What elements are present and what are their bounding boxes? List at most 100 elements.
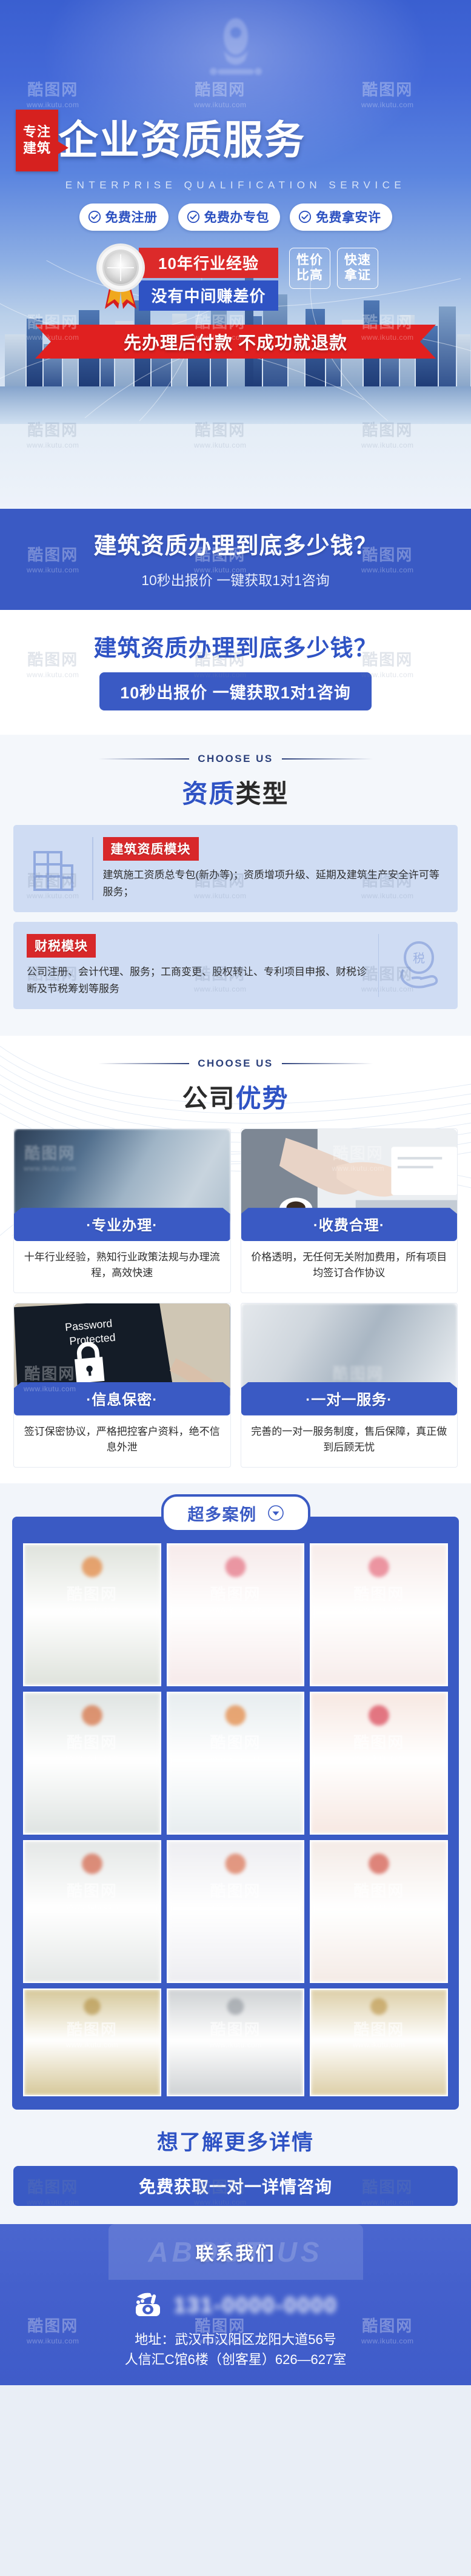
- guarantee-ribbon: 先办理后付款 不成功就退款: [35, 325, 436, 359]
- divider-line-left: [98, 1063, 190, 1064]
- pill-free-package[interactable]: 免费办专包: [178, 204, 280, 231]
- pill-label: 免费拿安许: [316, 211, 381, 225]
- case-item[interactable]: 酷图网 www.ikutu.com: [23, 1691, 161, 1835]
- case-item[interactable]: 酷图网 www.ikutu.com: [166, 1543, 305, 1686]
- type-card-body: 建筑资质模块 建筑施工资质总专包(新办等)；资质增项升级、延期及建筑生产安全许可…: [102, 837, 447, 900]
- phone-number: 131-0000-0000: [173, 2292, 338, 2317]
- case-item[interactable]: 酷图网 www.ikutu.com: [23, 1543, 161, 1686]
- card-separator: [378, 934, 379, 998]
- case-item[interactable]: 酷图网 www.ikutu.com: [23, 1839, 161, 1983]
- tax-hand-icon: 税: [389, 941, 447, 990]
- advantage-label: ·收费合理·: [241, 1208, 458, 1241]
- advantage-desc: 价格透明，无任何无关附加费用，所有项目均签订合作协议: [251, 1251, 447, 1279]
- eyebrow-text: CHOOSE US: [198, 1058, 273, 1070]
- chevron-down-icon[interactable]: [267, 1505, 284, 1521]
- cases-gallery: 酷图网 www.ikutu.com 酷图网 www.ikutu.com 酷图网 www.i…: [12, 1516, 459, 2110]
- type-card-finance-tax[interactable]: 财税模块 公司注册、会计代理、服务；工商变更、股权转让、专利项目申报、财税诊断及…: [13, 922, 458, 1010]
- cases-title-pill[interactable]: 超多案例: [161, 1494, 310, 1532]
- advantage-desc: 签订保密协议，严格把控客户资料，绝不信息外泄: [24, 1425, 220, 1454]
- types-title: 资质类型: [0, 773, 471, 810]
- certificate-5-image: [167, 1692, 304, 1833]
- certificate-1-image: [24, 1544, 160, 1685]
- type-card-tag: 建筑资质模块: [102, 837, 199, 861]
- phone-row[interactable]: 131-0000-0000: [0, 2291, 471, 2320]
- focus-construction-badge: 专注 建筑: [16, 110, 68, 171]
- advantages-section-header: CHOOSE US 公司优势: [0, 1039, 471, 1115]
- case-item[interactable]: 酷图网 www.ikutu.com: [23, 1988, 161, 2096]
- qualification-types-section: CHOOSE US 资质类型 建筑资质模块 建筑施工资质总专包(新办等)；资质增…: [0, 735, 471, 1036]
- advantage-card-fair-pricing[interactable]: 酷图网 www.ikutu.com ·收费合理· 价格透明，无任何无关附加费用，…: [240, 1128, 458, 1293]
- type-card-body: 财税模块 公司注册、会计代理、服务；工商变更、股权转让、专利项目申报、财税诊断及…: [24, 934, 369, 997]
- cases-grid: 酷图网 www.ikutu.com 酷图网 www.ikutu.com 酷图网 www.i…: [23, 1543, 448, 2096]
- advantage-card-professional[interactable]: 酷图网 www.ikutu.com ·专业办理· 十年行业经验，熟知行业政策法规…: [13, 1128, 231, 1293]
- medal-icon: [96, 243, 145, 309]
- type-card-desc: 公司注册、会计代理、服务；工商变更、股权转让、专利项目申报、财税诊断及节税筹划等…: [27, 966, 367, 995]
- certificate-6-image: [311, 1692, 447, 1833]
- get-quote-button[interactable]: 10秒出报价 一键获取1对1咨询: [99, 672, 372, 710]
- eyebrow-text: CHOOSE US: [198, 753, 273, 764]
- check-circle-icon: [298, 210, 312, 223]
- certificate-8-image: [167, 1841, 304, 1982]
- pill-free-safety-permit[interactable]: 免费拿安许: [290, 204, 392, 231]
- svg-text:税: 税: [413, 952, 425, 965]
- advantages-title: 公司优势: [0, 1078, 471, 1115]
- advantages-eyebrow: CHOOSE US: [0, 1058, 471, 1070]
- contact-tab: ABOUT US 联系我们: [108, 2223, 363, 2280]
- free-service-pills: 免费注册 免费办专包 免费拿安许: [0, 204, 471, 231]
- cta-blue-question: 建筑资质办理到底多少钱？: [93, 534, 378, 559]
- divider-line-left: [98, 758, 190, 760]
- free-consultation-button[interactable]: 免费获取一对一详情咨询: [13, 2165, 458, 2206]
- side-badge-value: 性价 比高: [289, 248, 330, 289]
- advantage-label: ·专业办理·: [14, 1208, 230, 1241]
- types-section-header: CHOOSE US 资质类型: [0, 735, 471, 810]
- side-badge-line-1: 快速: [344, 253, 371, 267]
- hero-subtitle: ENTERPRISE QUALIFICATION SERVICE: [65, 179, 406, 191]
- experience-years-badge: 10年行业经验: [139, 248, 278, 278]
- check-circle-icon: [88, 210, 101, 223]
- certificate-2-image: [167, 1544, 304, 1685]
- case-item[interactable]: 酷图网 www.ikutu.com: [310, 1543, 448, 1686]
- experience-block: 10年行业经验 没有中间赚差价 性价 比高 快速 拿证: [0, 241, 471, 313]
- advantage-card-confidentiality[interactable]: Password Protected 酷图网 www.ikutu.com ·信息…: [13, 1302, 231, 1468]
- advantage-label: ·一对一服务·: [241, 1382, 458, 1415]
- cases-section: 超多案例 酷图网 www.ikutu.com 酷图网 www.ikutu.com 酷图网…: [0, 1483, 471, 2110]
- divider-line-right: [281, 1063, 373, 1064]
- advantage-label: ·信息保密·: [14, 1382, 230, 1415]
- case-item[interactable]: 酷图网 www.ikutu.com: [166, 1691, 305, 1835]
- advantage-desc: 十年行业经验，熟知行业政策法规与办理流程，高效快速: [24, 1251, 220, 1279]
- case-item[interactable]: 酷图网 www.ikutu.com: [310, 1988, 448, 2096]
- bottom-cta-section: 想了解更多详情 免费获取一对一详情咨询 酷图网 www.ikutu.com 酷图…: [0, 2109, 471, 2224]
- advantages-title-highlight: 优势: [235, 1084, 289, 1113]
- side-badge-speed: 快速 拿证: [337, 248, 378, 289]
- case-item[interactable]: 酷图网 www.ikutu.com: [166, 1839, 305, 1983]
- case-item[interactable]: 酷图网 www.ikutu.com: [310, 1691, 448, 1835]
- watermark: 酷图网 www.ikutu.com: [24, 1144, 76, 1173]
- pill-free-registration[interactable]: 免费注册: [79, 204, 169, 231]
- type-card-tag: 财税模块: [27, 934, 96, 958]
- cases-title: 超多案例: [187, 1505, 257, 1524]
- contact-heading: 联系我们: [195, 2243, 276, 2264]
- badge-line-1: 专注: [22, 124, 51, 140]
- badge-tail: [58, 141, 68, 154]
- case-item[interactable]: 酷图网 www.ikutu.com: [310, 1839, 448, 1983]
- type-cards: 建筑资质模块 建筑施工资质总专包(新办等)；资质增项升级、延期及建筑生产安全许可…: [0, 810, 471, 1036]
- advantage-cards: 酷图网 www.ikutu.com ·专业办理· 十年行业经验，熟知行业政策法规…: [0, 1115, 471, 1468]
- cases-header: 超多案例: [0, 1494, 471, 1532]
- types-eyebrow: CHOOSE US: [0, 753, 471, 765]
- certificate-12-image: [311, 1989, 447, 2095]
- advantage-card-one-on-one[interactable]: 酷图网 www.ikutu.com ·一对一服务· 完善的一对一服务制度，售后保…: [240, 1302, 458, 1468]
- side-badge-line-2: 拿证: [344, 268, 371, 282]
- cta-white-section: 建筑资质办理到底多少钱？ 10秒出报价 一键获取1对1咨询 酷图网 www.ik…: [0, 610, 471, 735]
- landing-page: 专注 建筑 企业资质服务 ENTERPRISE QUALIFICATION SE…: [0, 0, 471, 2386]
- footer-contact: ABOUT US 联系我们 131-0000-0000 地址：武汉市汉阳区龙阳大…: [0, 2223, 471, 2386]
- case-item[interactable]: 酷图网 www.ikutu.com: [166, 1988, 305, 2096]
- emblem-icon: [209, 18, 262, 75]
- advantage-desc: 完善的一对一服务制度，售后保障，真正做到后顾无忧: [251, 1425, 447, 1454]
- address-line-2: 人信汇C馆6楼（创客星）626—627室: [124, 2351, 347, 2367]
- types-title-highlight: 资质: [182, 780, 236, 808]
- cta-white-question: 建筑资质办理到底多少钱？: [93, 636, 378, 661]
- badge-line-2: 建筑: [22, 141, 51, 156]
- hero-banner: 专注 建筑 企业资质服务 ENTERPRISE QUALIFICATION SE…: [0, 0, 471, 509]
- type-card-construction[interactable]: 建筑资质模块 建筑施工资质总专包(新办等)；资质增项升级、延期及建筑生产安全许可…: [13, 825, 458, 913]
- pill-label: 免费办专包: [204, 211, 269, 225]
